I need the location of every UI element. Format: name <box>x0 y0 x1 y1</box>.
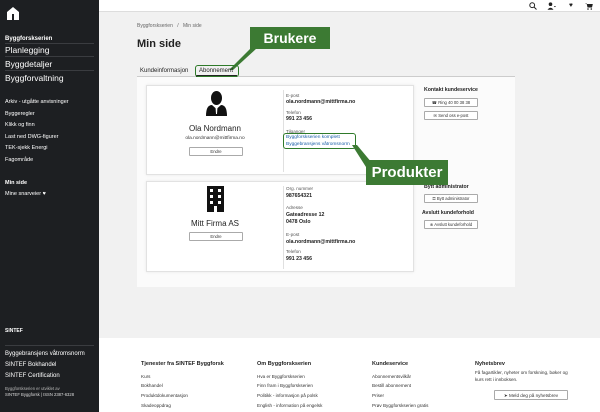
edit-company-button[interactable]: Endre <box>189 232 243 241</box>
highlight-products <box>283 133 356 149</box>
home-logo-icon[interactable] <box>7 7 19 20</box>
footer-link[interactable]: Priser <box>372 393 384 398</box>
sidebar-item-tek-sjekk[interactable]: TEK-sjekk Energi <box>5 145 48 151</box>
breadcrumb-separator: / <box>177 23 179 29</box>
sidebar-item-favorites[interactable]: Mine snarveier ♥ <box>5 191 46 197</box>
avslutt-button-label: Avslutt kundeforhold <box>434 222 473 227</box>
epost-value: ola.nordmann@mittfirma.no <box>286 99 356 105</box>
sidebar-small-text: Byggforskserien er utviklet av <box>5 386 60 391</box>
breadcrumb: Byggforskserien / Min side <box>137 23 202 29</box>
user-name: Ola Nordmann <box>188 124 242 133</box>
breadcrumb-current: Min side <box>183 23 202 29</box>
org-label: Org. nummer <box>286 186 314 191</box>
adresse-label: Adresse <box>286 205 303 210</box>
telefon-value: 991 23 456 <box>286 116 312 122</box>
sidebar-item-klikk-og-finn[interactable]: Klikk og finn <box>5 122 35 128</box>
footer-link[interactable]: Produktdokumentasjon <box>141 393 188 398</box>
footer-link-vatromsnorm[interactable]: Byggebransjens våtromsnorm <box>5 351 85 357</box>
company-telefon-label: Telefon <box>286 249 301 254</box>
send-email-button[interactable]: ✉ Send oss e-post <box>424 111 478 120</box>
footer-heading-nyhetsbrev: Nyhetsbrev <box>475 361 505 367</box>
footer-link[interactable]: Abonnementsvilkår <box>372 374 411 379</box>
bytt-admin-button[interactable]: ⚿ Bytt administrator <box>424 194 478 203</box>
newsletter-signup-button[interactable]: ➤ Meld deg på nyhetsbrev <box>494 390 568 400</box>
footer-heading-om: Om Byggforskserien <box>257 361 312 367</box>
company-telefon-value: 991 23 456 <box>286 256 312 262</box>
search-icon[interactable] <box>529 2 537 10</box>
sidebar-item-fagomrade[interactable]: Fagområde <box>5 157 33 163</box>
newsletter-signup-label: Meld deg på nyhetsbrev <box>509 393 559 398</box>
ring-button[interactable]: ☎ Ring 40 00 38 38 <box>424 98 478 107</box>
footer-link[interactable]: Skadeoppdrag <box>141 403 171 408</box>
edit-user-button[interactable]: Endre <box>189 147 243 156</box>
footer-heading-tjenester: Tjenester fra SINTEF Byggforsk <box>141 361 224 367</box>
bytt-admin-button-label: Bytt administrator <box>436 196 470 201</box>
divider <box>283 186 284 269</box>
highlight-abonnement <box>195 65 239 77</box>
building-icon <box>207 186 224 212</box>
user-email: ola.nordmann@mittfirma.no <box>185 136 245 141</box>
divider <box>5 43 94 44</box>
top-bar: ♥ <box>99 0 600 12</box>
breadcrumb-home[interactable]: Byggforskserien <box>137 23 173 29</box>
footer-link[interactable]: Kurs <box>141 374 150 379</box>
footer-link[interactable]: Politikk - informasjon på polsk <box>257 393 318 398</box>
footer-link[interactable]: Prøv Byggforskserien gratis <box>372 403 428 408</box>
sidebar-item-arkiv[interactable]: Arkiv - utgåtte anvisninger <box>5 99 69 105</box>
sidebar-issn: SINTEF Byggforsk | ISSN 2387-6328 <box>5 392 75 397</box>
sidebar-item-byggforvaltning[interactable]: Byggforvaltning <box>5 73 64 83</box>
footer-link[interactable]: Bokhandel <box>141 383 163 388</box>
newsletter-text: Få fagartikler, nyheter om forskning, bø… <box>475 370 568 375</box>
sidebar: Byggforskserien Planlegging Byggdetaljer… <box>0 0 99 412</box>
avslutt-heading: Avslutt kundeforhold <box>422 210 474 216</box>
kontakt-heading: Kontakt kundeservice <box>424 87 478 93</box>
callout-brukere: Brukere <box>250 27 330 49</box>
org-value: 987654321 <box>286 193 312 199</box>
sidebar-item-byggeregler[interactable]: Byggeregler <box>5 111 35 117</box>
divider <box>5 70 94 71</box>
adresse-line1: Gateadresse 12 <box>286 212 325 218</box>
divider <box>5 345 94 346</box>
user-menu-icon[interactable] <box>547 2 556 10</box>
telefon-label: Telefon <box>286 110 301 115</box>
tab-kundeinformasjon[interactable]: Kundeinformasjon <box>140 68 188 74</box>
footer-link[interactable]: Bestill abonnement <box>372 383 411 388</box>
sidebar-item-byggdetaljer[interactable]: Byggdetaljer <box>5 59 52 69</box>
page-title: Min side <box>137 38 182 50</box>
site-footer <box>99 338 600 412</box>
sidebar-title[interactable]: Byggforskserien <box>5 36 52 42</box>
company-card: Mitt Firma AS Endre Org. nummer 98765432… <box>146 181 414 272</box>
sintef-logo: SINTEF <box>5 328 23 334</box>
newsletter-text: kurs rett i innboksen. <box>475 377 518 382</box>
sidebar-item-dwg[interactable]: Last ned DWG-figurer <box>5 134 59 140</box>
company-epost-label: E-post <box>286 232 300 237</box>
epost-label: E-post <box>286 93 300 98</box>
ring-button-label: Ring 40 00 38 38 <box>438 100 471 105</box>
footer-link[interactable]: Finn fram i Byggforskserien <box>257 383 313 388</box>
divider <box>5 56 94 57</box>
sidebar-item-min-side[interactable]: Min side <box>5 180 27 186</box>
avslutt-button[interactable]: ⊗ Avslutt kundeforhold <box>424 220 478 229</box>
footer-link[interactable]: English - information på engelsk <box>257 403 322 408</box>
adresse-line2: 0478 Oslo <box>286 219 311 225</box>
cart-icon[interactable] <box>585 2 593 10</box>
footer-heading-kundeservice: Kundeservice <box>372 361 409 367</box>
company-epost-value: ola.nordmann@mittfirma.no <box>286 239 356 245</box>
footer-link[interactable]: Hva er Byggforskserien <box>257 374 305 379</box>
heart-icon[interactable]: ♥ <box>569 2 573 9</box>
user-avatar-icon <box>206 91 227 116</box>
company-name: Mitt Firma AS <box>190 219 239 228</box>
footer-link-bokhandel[interactable]: SINTEF Bokhandel <box>5 362 56 368</box>
footer-link-certification[interactable]: SINTEF Certification <box>5 373 60 379</box>
divider <box>283 90 284 172</box>
callout-produkter: Produkter <box>366 160 448 185</box>
send-email-button-label: Send oss e-post <box>438 113 469 118</box>
sidebar-item-planlegging[interactable]: Planlegging <box>5 45 49 55</box>
